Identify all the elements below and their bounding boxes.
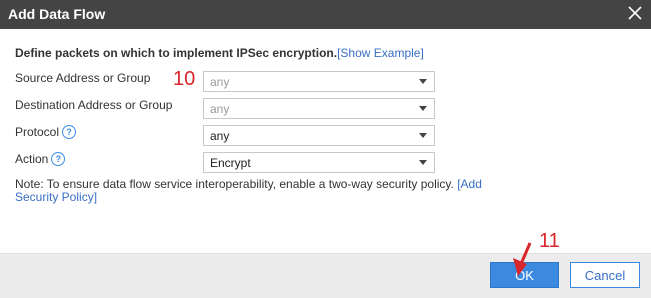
add-data-flow-dialog: Add Data Flow Define packets on which to… [0, 0, 651, 298]
action-select[interactable]: Encrypt [203, 152, 435, 173]
destination-address-select[interactable]: any [203, 98, 435, 119]
chevron-down-icon [419, 133, 427, 138]
chevron-down-icon [419, 160, 427, 165]
source-label: Source Address or Group [15, 71, 150, 85]
note-text: Note: To ensure data flow service intero… [15, 177, 458, 191]
source-address-value: any [210, 74, 230, 89]
protocol-select[interactable]: any [203, 125, 435, 146]
dialog-title: Add Data Flow [8, 6, 106, 22]
action-label: Action ? [15, 152, 66, 166]
show-example-link[interactable]: [Show Example] [337, 46, 424, 60]
help-icon[interactable]: ? [51, 152, 66, 166]
dialog-titlebar: Add Data Flow [0, 0, 651, 29]
chevron-down-icon [419, 106, 427, 111]
action-label-text: Action [15, 152, 49, 166]
destination-label-text: Destination Address or Group [15, 98, 173, 112]
protocol-label: Protocol ? [15, 125, 77, 139]
heading-text: Define packets on which to implement IPS… [15, 46, 338, 60]
source-address-select[interactable]: any [203, 71, 435, 92]
form-heading: Define packets on which to implement IPS… [15, 46, 424, 60]
protocol-value: any [210, 128, 230, 143]
security-policy-note: Note: To ensure data flow service intero… [15, 178, 515, 204]
help-icon[interactable]: ? [62, 125, 77, 139]
pointer-arrow-icon [513, 242, 532, 276]
cancel-button[interactable]: Cancel [570, 262, 640, 288]
chevron-down-icon [419, 79, 427, 84]
protocol-label-text: Protocol [15, 125, 60, 139]
source-label-text: Source Address or Group [15, 71, 151, 85]
destination-address-value: any [210, 101, 230, 116]
action-value: Encrypt [210, 155, 251, 170]
destination-label: Destination Address or Group [15, 98, 172, 112]
close-icon[interactable] [625, 3, 645, 23]
step-annotation-10: 10 [173, 68, 196, 90]
